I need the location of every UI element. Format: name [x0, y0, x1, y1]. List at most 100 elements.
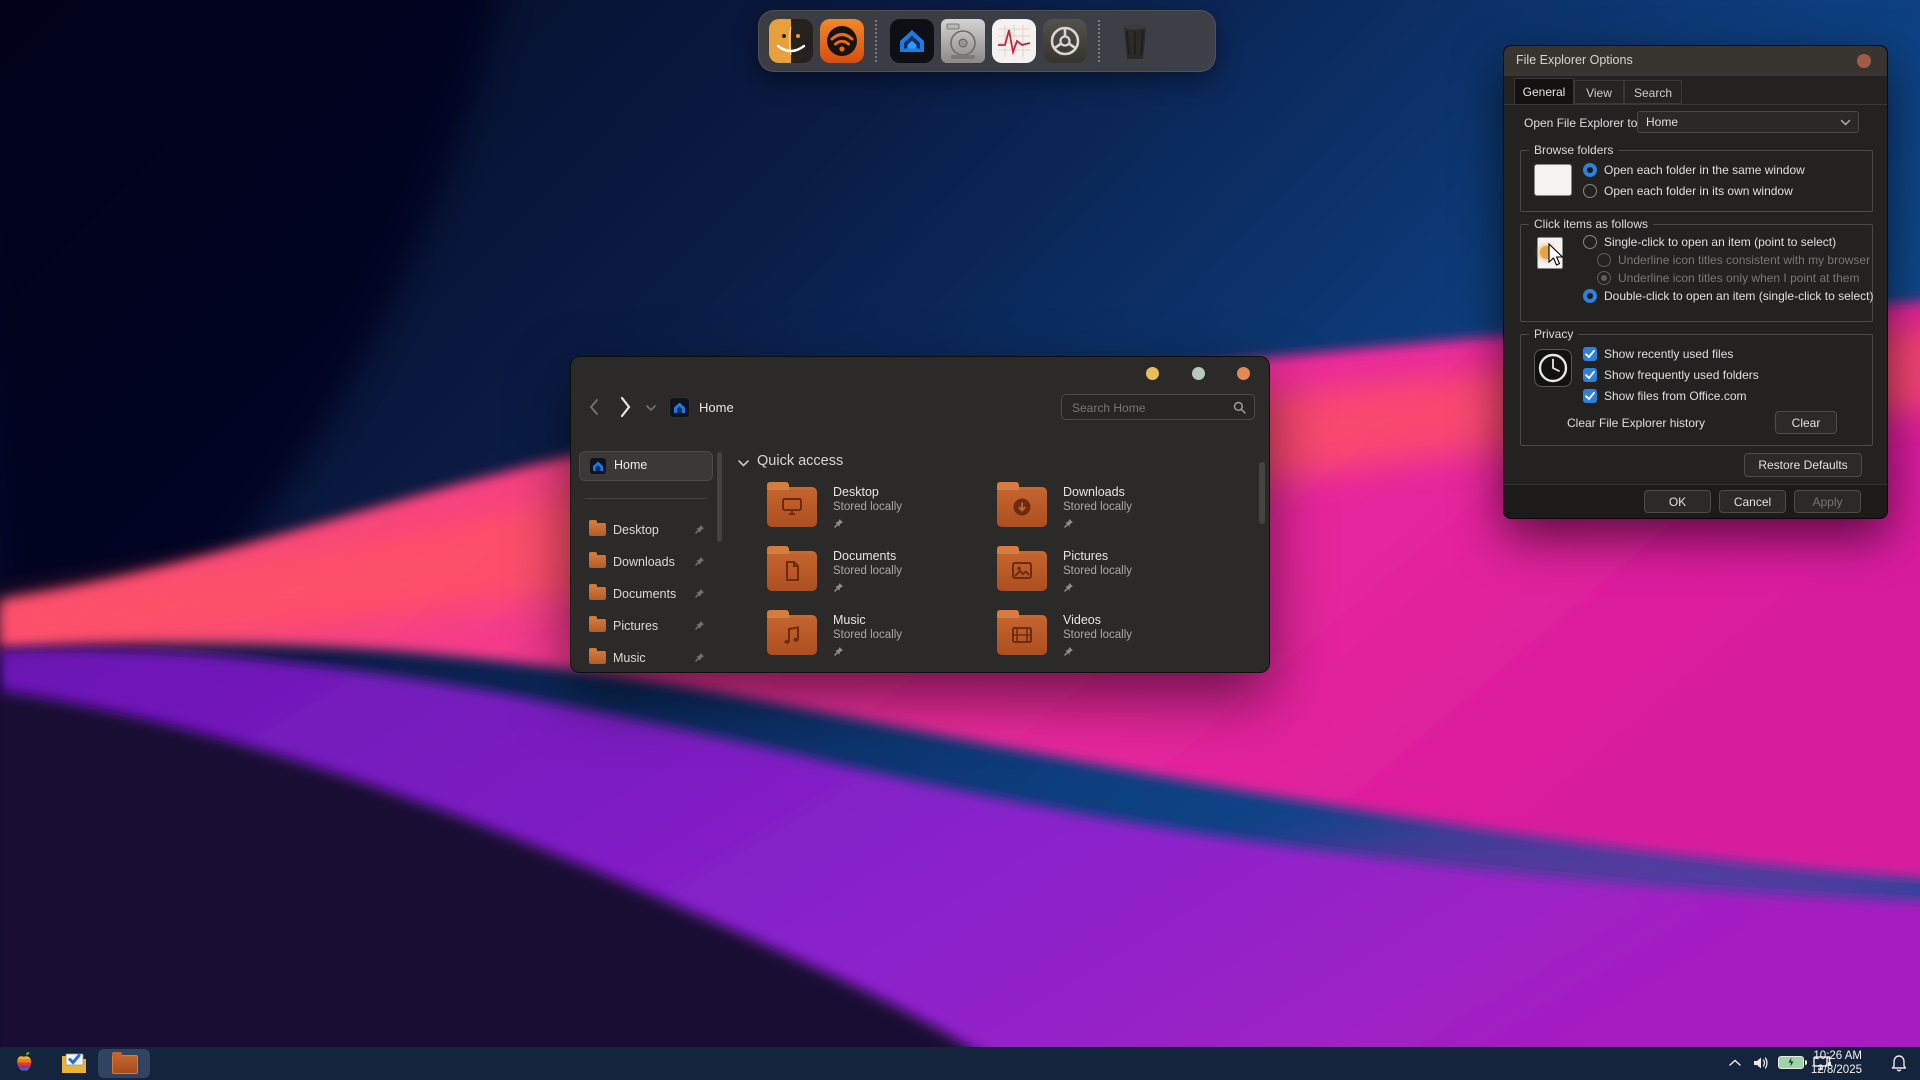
- restore-defaults-button[interactable]: Restore Defaults: [1744, 453, 1862, 477]
- hard-disk-icon[interactable]: [941, 19, 985, 63]
- finder-icon[interactable]: [769, 19, 813, 63]
- music-folder-icon[interactable]: [767, 615, 817, 655]
- back-icon[interactable]: [587, 397, 601, 417]
- sidebar-item-home[interactable]: Home: [579, 451, 713, 481]
- tab-label: General: [1523, 85, 1566, 99]
- taskbar-folder-options-icon[interactable]: [60, 1051, 88, 1076]
- downloads-folder-icon[interactable]: [997, 487, 1047, 527]
- search-input[interactable]: [1070, 396, 1224, 420]
- tile-status: Stored locally: [1063, 501, 1132, 513]
- radio-double-click[interactable]: [1583, 289, 1597, 303]
- click-items-legend: Click items as follows: [1529, 217, 1653, 231]
- desktop-folder-icon[interactable]: [767, 487, 817, 527]
- dock-separator: [875, 20, 879, 62]
- apply-button[interactable]: Apply: [1794, 490, 1861, 513]
- sidebar-item-label: Music: [613, 651, 646, 665]
- radio-label[interactable]: Open each folder in its own window: [1604, 184, 1793, 198]
- click-items-group: Click items as follows Single-click to o…: [1520, 224, 1873, 322]
- tray-chevron-up-icon[interactable]: [1728, 1058, 1742, 1068]
- sidebar-item-downloads[interactable]: Downloads: [579, 549, 713, 577]
- ok-button[interactable]: OK: [1644, 490, 1711, 513]
- apple-menu-icon[interactable]: [13, 1052, 35, 1076]
- close-button[interactable]: [1237, 367, 1250, 380]
- pictures-folder-icon[interactable]: [997, 551, 1047, 591]
- tray-volume-icon[interactable]: [1752, 1055, 1770, 1071]
- sidebar-home-icon: [590, 458, 606, 474]
- folder-icon: [589, 619, 606, 632]
- radio-own-window[interactable]: [1583, 184, 1597, 198]
- radio-label[interactable]: Double-click to open an item (single-cli…: [1604, 289, 1873, 303]
- dialog-title: File Explorer Options: [1516, 53, 1633, 67]
- search-icon: [1233, 401, 1246, 414]
- tray-battery-icon[interactable]: [1778, 1056, 1804, 1069]
- clear-button[interactable]: Clear: [1775, 411, 1837, 434]
- quick-access-title[interactable]: Quick access: [757, 453, 843, 469]
- sidebar-scrollbar[interactable]: [717, 452, 722, 542]
- pin-icon: [694, 556, 705, 567]
- pin-icon: [1063, 646, 1074, 657]
- dialog-footer: OK Cancel Apply: [1504, 484, 1887, 519]
- radio-label[interactable]: Single-click to open an item (point to s…: [1604, 235, 1836, 249]
- tray-time-text: 10:26 AM: [1811, 1050, 1862, 1064]
- open-to-dropdown[interactable]: Home: [1637, 111, 1859, 133]
- tab-search[interactable]: Search: [1624, 80, 1682, 104]
- tile-name[interactable]: Pictures: [1063, 549, 1108, 563]
- radio-same-window[interactable]: [1583, 163, 1597, 177]
- tile-status: Stored locally: [833, 629, 902, 641]
- radio-label[interactable]: Open each folder in the same window: [1604, 163, 1805, 177]
- trash-icon[interactable]: [1113, 19, 1157, 63]
- content-scrollbar[interactable]: [1259, 462, 1265, 524]
- taskbar-explorer-active[interactable]: [98, 1049, 150, 1078]
- folder-icon: [589, 523, 606, 536]
- sidebar-item-label: Desktop: [613, 523, 659, 537]
- dialog-titlebar[interactable]: File Explorer Options: [1504, 46, 1887, 76]
- videos-folder-icon[interactable]: [997, 615, 1047, 655]
- checkbox-frequent-folders[interactable]: [1583, 368, 1597, 382]
- tray-clock[interactable]: 10:26 AM 12/8/2025: [1811, 1050, 1862, 1077]
- tab-view[interactable]: View: [1574, 80, 1624, 104]
- sidebar-item-desktop[interactable]: Desktop: [579, 517, 713, 545]
- tab-general[interactable]: General: [1514, 78, 1574, 105]
- checkbox-label[interactable]: Show files from Office.com: [1604, 389, 1747, 403]
- sidebar-item-label: Pictures: [613, 619, 658, 633]
- checkbox-label[interactable]: Show recently used files: [1604, 347, 1733, 361]
- settings-icon[interactable]: [1043, 19, 1087, 63]
- radio-label: Underline icon titles only when I point …: [1618, 271, 1859, 285]
- tile-name[interactable]: Documents: [833, 549, 896, 563]
- forward-icon[interactable]: [617, 395, 633, 419]
- sidebar-home-label: Home: [614, 458, 647, 472]
- quick-access-chevron-icon[interactable]: [737, 459, 750, 468]
- radio-label: Underline icon titles consistent with my…: [1618, 253, 1870, 267]
- radio-single-click[interactable]: [1583, 235, 1597, 249]
- file-explorer-window: Home Home Desktop Downloads: [570, 356, 1270, 673]
- tile-name[interactable]: Downloads: [1063, 485, 1125, 499]
- activity-monitor-icon[interactable]: [992, 19, 1036, 63]
- sidebar-item-label: Downloads: [613, 555, 675, 569]
- tray-notification-bell-icon[interactable]: [1890, 1054, 1908, 1073]
- sidebar-item-documents[interactable]: Documents: [579, 581, 713, 609]
- checkbox-office-files[interactable]: [1583, 389, 1597, 403]
- recent-locations-chevron-icon[interactable]: [645, 404, 657, 412]
- address-text[interactable]: Home: [699, 400, 734, 415]
- home-app-icon[interactable]: [890, 19, 934, 63]
- checkbox-label[interactable]: Show frequently used folders: [1604, 368, 1759, 382]
- network-icon[interactable]: [820, 19, 864, 63]
- privacy-clock-icon: [1534, 349, 1572, 387]
- checkbox-recent-files[interactable]: [1583, 347, 1597, 361]
- pin-icon: [694, 588, 705, 599]
- minimize-button[interactable]: [1146, 367, 1159, 380]
- radio-underline-consistent: [1597, 253, 1611, 267]
- search-box[interactable]: [1061, 394, 1255, 420]
- dialog-close-icon[interactable]: [1857, 54, 1871, 68]
- tile-name[interactable]: Desktop: [833, 485, 879, 499]
- maximize-button[interactable]: [1192, 367, 1205, 380]
- tile-name[interactable]: Music: [833, 613, 866, 627]
- sidebar-item-pictures[interactable]: Pictures: [579, 613, 713, 641]
- tile-name[interactable]: Videos: [1063, 613, 1101, 627]
- sidebar-item-music[interactable]: Music: [579, 645, 713, 673]
- documents-folder-icon[interactable]: [767, 551, 817, 591]
- desktop: Home Home Desktop Downloads: [0, 0, 1920, 1080]
- address-home-icon: [669, 397, 690, 418]
- tile-status: Stored locally: [1063, 629, 1132, 641]
- cancel-button[interactable]: Cancel: [1719, 490, 1786, 513]
